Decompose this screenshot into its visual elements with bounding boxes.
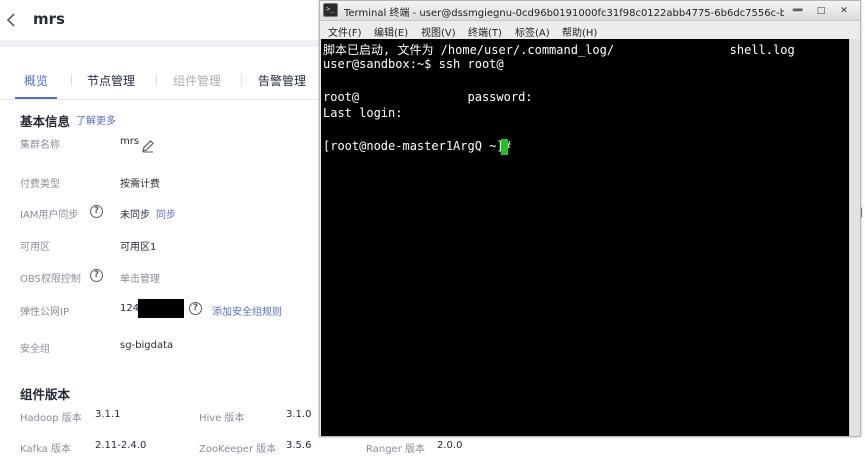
terminal-scrollbar[interactable] [849,39,860,436]
ranger-version-value: 2.0.0 [437,440,463,451]
terminal-app-icon: >_ [323,3,338,17]
tab-separator [71,74,72,86]
tab-nodes[interactable]: 节点管理 [87,72,135,89]
help-icon[interactable]: ? [189,302,202,315]
iam-sync-label: IAM用户同步 [20,210,79,221]
terminal-line: user@sandbox:~$ ssh root@ [323,57,504,71]
menu-file[interactable]: 文件(F) [328,24,362,39]
add-security-rule-link[interactable]: 添加安全组规则 [212,303,282,318]
help-icon[interactable]: ? [90,269,103,282]
learn-more-link[interactable]: 了解更多 [76,112,116,127]
terminal-line: root@ password: [323,90,533,104]
terminal-screen[interactable]: 脚本已启动, 文件为 /home/user/.command_log/ shel… [321,39,849,436]
billing-label: 付费类型 [20,179,60,190]
tab-overview[interactable]: 概览 [24,72,48,89]
window-title: Terminal 终端 - user@dssmgiegnu-0cd96b0191… [344,8,784,19]
page-title: mrs [33,10,65,28]
iam-sync-value: 未同步 [120,210,150,221]
tab-bar: 概览 节点管理 组件管理 告警管理 [0,60,322,100]
menu-help[interactable]: 帮助(H) [562,24,597,39]
header-divider [0,40,322,47]
iam-sync-link[interactable]: 同步 [156,206,176,221]
ranger-version-label: Ranger 版本 [366,444,425,455]
tab-alarms[interactable]: 告警管理 [258,72,306,89]
terminal-window[interactable]: >_ Terminal 终端 - user@dssmgiegnu-0cd96b0… [319,0,861,437]
menu-edit[interactable]: 编辑(E) [374,24,408,39]
tab-separator [156,74,157,86]
security-group-value: sg-bigdata [120,340,174,351]
zookeeper-version-label: ZooKeeper 版本 [199,444,277,455]
terminal-line: 脚本已启动, 文件为 /home/user/.command_log/ shel… [323,43,795,57]
hive-version-value: 3.1.0 [286,409,312,420]
tab-components[interactable]: 组件管理 [173,72,221,89]
cluster-name-value: mrs [120,136,140,147]
eip-label: 弹性公网IP [20,307,69,318]
obs-label: OBS权限控制 [20,274,81,285]
hive-version-label: Hive 版本 [199,413,245,424]
back-arrow-icon[interactable] [4,10,18,30]
help-icon[interactable]: ? [90,205,103,218]
close-icon[interactable]: ✕ [837,4,851,18]
menu-tabs[interactable]: 标签(A) [515,24,550,39]
hadoop-version-value: 3.1.1 [95,409,121,420]
terminal-cursor [501,139,508,155]
redacted-block [138,299,184,318]
zookeeper-version-value: 3.5.6 [286,440,312,451]
menu-terminal[interactable]: 终端(T) [468,24,502,39]
edit-pencil-icon[interactable] [141,139,155,153]
minimize-icon[interactable]: ➖ [791,4,805,18]
security-group-label: 安全组 [20,344,50,355]
billing-value: 按需计费 [120,179,160,190]
az-value: 可用区1 [120,242,157,253]
kafka-version-value: 2.11-2.4.0 [95,440,147,451]
kafka-version-label: Kafka 版本 [20,444,71,455]
active-tab-indicator [15,97,57,99]
tab-separator [241,74,242,86]
az-label: 可用区 [20,242,50,253]
menu-view[interactable]: 视图(V) [421,24,456,39]
eip-value: 124 [120,303,140,314]
menu-bar: 文件(F) 编辑(E) 视图(V) 终端(T) 标签(A) 帮助(H) [320,21,860,39]
obs-manage-link[interactable]: 单击管理 [120,270,160,285]
basic-info-title: 基本信息 [20,114,71,129]
components-title: 组件版本 [20,387,71,402]
terminal-prompt-line: [root@node-master1ArgQ ~]# [323,139,519,153]
hadoop-version-label: Hadoop 版本 [20,413,82,424]
maximize-icon[interactable]: □ [814,4,828,18]
cluster-name-label: 集群名称 [20,140,60,151]
window-titlebar[interactable]: >_ Terminal 终端 - user@dssmgiegnu-0cd96b0… [320,1,860,21]
terminal-line: Last login: [323,106,403,120]
